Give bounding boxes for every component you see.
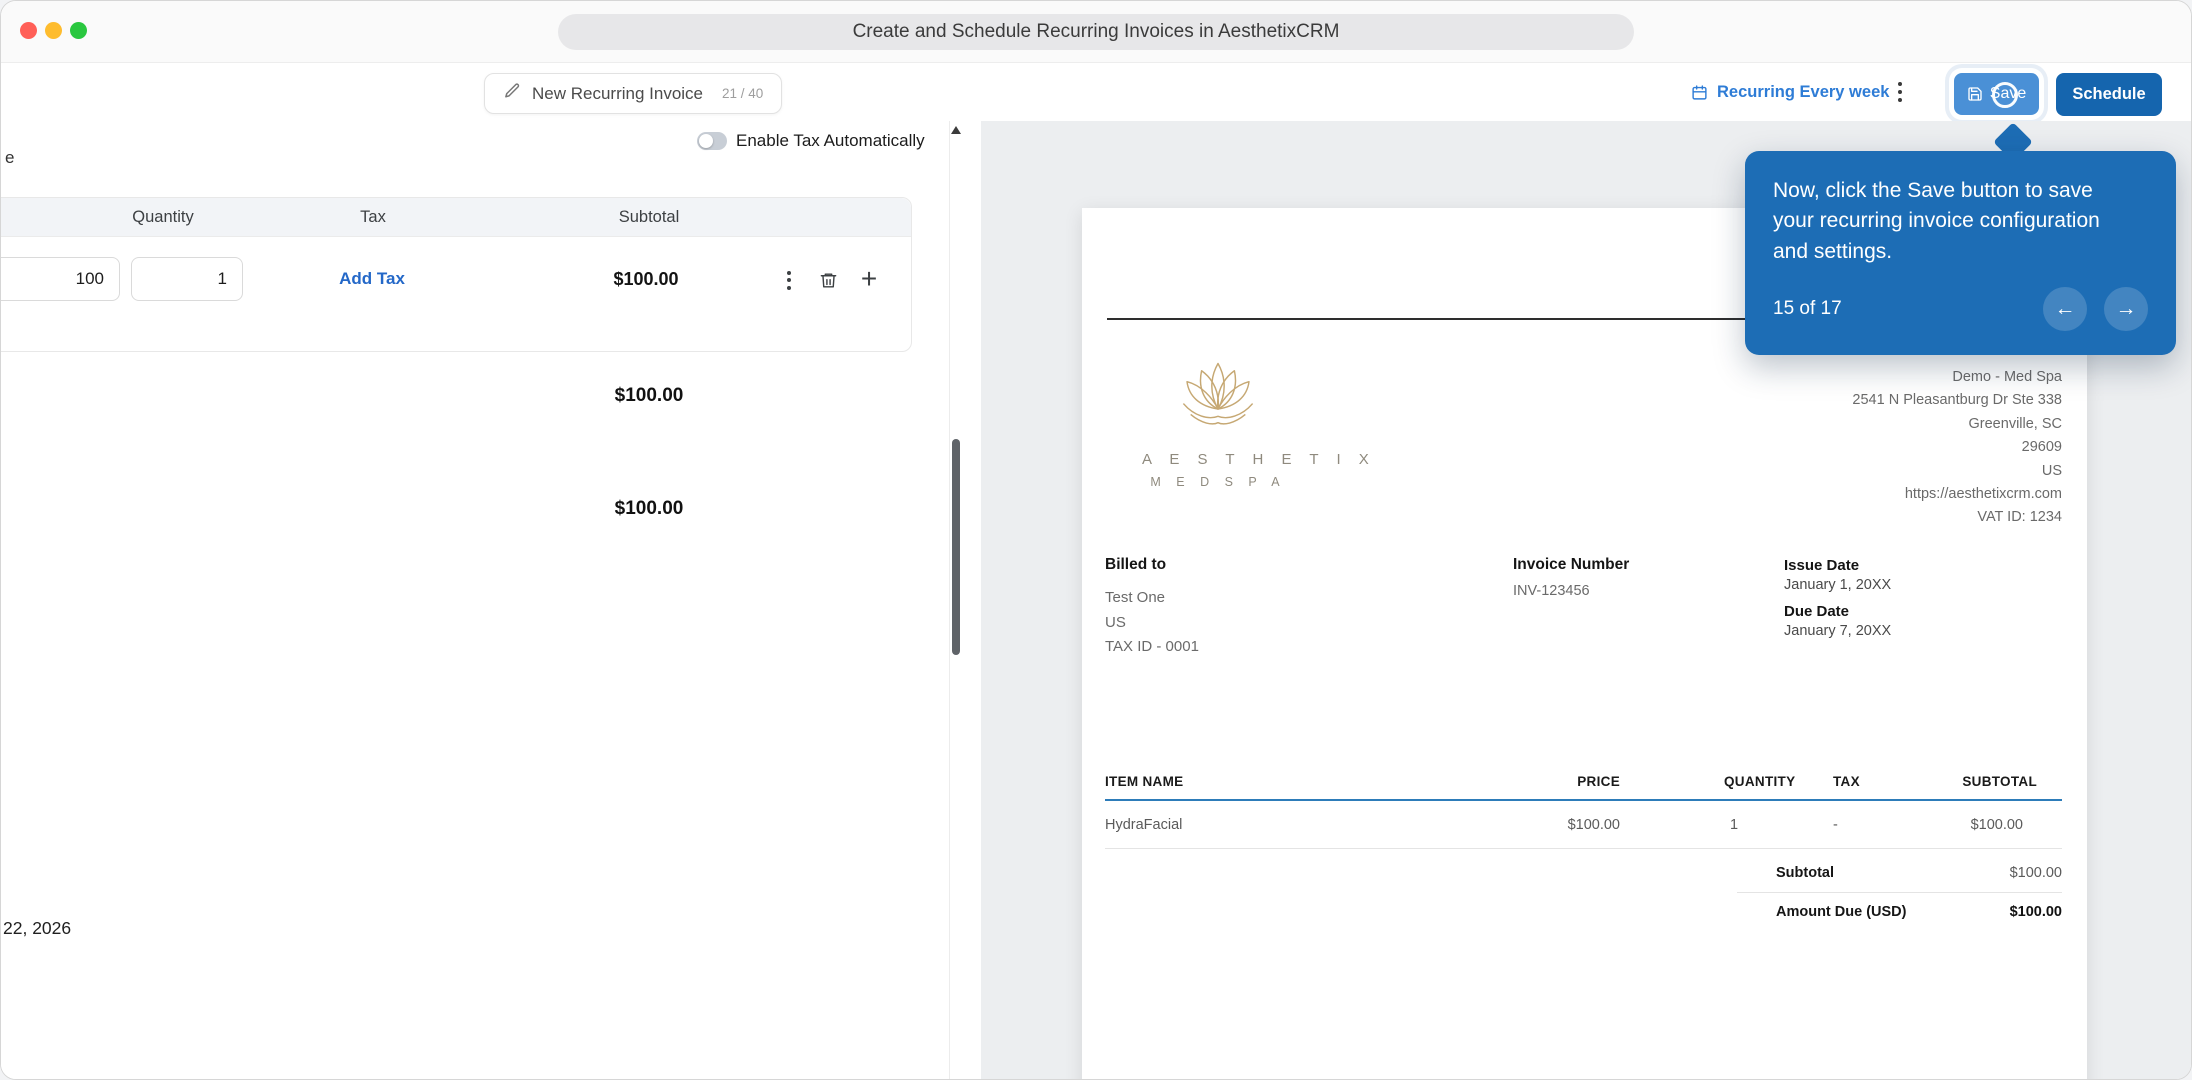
zoom-window-button[interactable] [70,22,87,39]
invoice-number-value: INV-123456 [1513,583,1590,599]
billed-to-block: Billed to Test One US TAX ID - 0001 [1105,556,1199,660]
tooltip-step-counter: 15 of 17 [1773,298,1842,320]
invoice-name-field[interactable]: New Recurring Invoice 21 / 40 [484,73,783,114]
app-header: New Recurring Invoice 21 / 40 Recurring … [1,63,2191,121]
trash-icon [819,271,838,290]
schedule-button[interactable]: Schedule [2056,73,2162,116]
invoice-dates-block: Issue Date January 1, 20XX Due Date Janu… [1784,557,1891,639]
scrollbar-thumb[interactable] [952,439,960,655]
billed-to-name: Test One [1105,589,1166,606]
editor-subtotal-value: $100.00 [614,385,684,406]
billed-to-country: US [1105,613,1126,631]
pencil-icon [503,82,521,105]
td-price: $100.00 [1567,817,1620,833]
minimize-window-button[interactable] [45,22,62,39]
th-quantity: QUANTITY [1724,774,1796,789]
editor-total-value: $100.00 [614,498,684,519]
line-items-header: Quantity Tax Subtotal [1,198,911,237]
amount-due-value: $100.00 [2009,904,2062,920]
calendar-icon [1691,84,1708,101]
column-header-quantity: Quantity [132,208,194,226]
save-button-label: Save [1989,85,2027,102]
close-window-button[interactable] [20,22,37,39]
vertical-scrollbar[interactable] [949,121,962,1079]
arrow-left-icon: ← [2054,297,2076,321]
logo-wordmark-line2: M E D S P A [1150,475,1286,489]
logo-wordmark-line1: A E S T H E T I X [1142,451,1376,468]
invoice-number-block: Invoice Number INV-123456 [1513,556,1629,599]
screenshot-stage: Create and Schedule Recurring Invoices i… [0,0,2192,1080]
th-price: PRICE [1577,774,1620,789]
invoice-name-label: New Recurring Invoice [532,83,704,103]
company-country: US [2041,462,2062,479]
toggle-knob [699,134,713,148]
recurring-frequency-label: Recurring Every week [1717,82,1890,101]
company-name: Demo - Med Spa [1952,369,2062,385]
issue-date-label: Issue Date [1784,557,1860,574]
clipped-date-text: 22, 2026 [3,918,72,938]
billed-to-taxid: TAX ID - 0001 [1105,638,1199,656]
th-subtotal: SUBTOTAL [1962,774,2037,789]
name-char-counter: 21 / 40 [722,86,764,101]
schedule-button-label: Schedule [2072,85,2146,103]
td-subtotal: $100.00 [1970,817,2023,833]
th-item-name: ITEM NAME [1105,774,1184,789]
td-item-name: HydraFacial [1105,817,1183,833]
invoice-amount-due-row: Amount Due (USD) $100.00 [1105,904,2062,926]
delete-line-item-button[interactable] [814,266,842,294]
clipped-left-text: e [5,148,15,167]
company-city: Greenville, SC [1968,415,2062,432]
save-button[interactable]: Save [1954,73,2039,115]
add-tax-link[interactable]: Add Tax [311,257,433,301]
company-logo: A E S T H E T I X M E D S P A [1142,358,1376,489]
titlebar: Create and Schedule Recurring Invoices i… [1,1,2191,63]
issue-date-value: January 1, 20XX [1784,577,1892,593]
invoice-subtotal-value: $100.00 [2009,865,2062,881]
company-zip: 29609 [2021,439,2062,456]
app-window: Create and Schedule Recurring Invoices i… [0,0,2192,1080]
line-item-subtotal: $100.00 [613,269,679,289]
invoice-editor-pane: Enable Tax Automatically e Quantity Tax … [1,121,949,1079]
tooltip-prev-button[interactable]: ← [2043,287,2087,332]
column-header-tax: Tax [360,208,386,226]
more-options-button[interactable] [1885,71,1915,113]
tooltip-next-button[interactable]: → [2104,287,2148,332]
invoice-subtotal-row: Subtotal $100.00 [1105,865,2062,887]
td-tax: - [1833,817,1838,833]
due-date-value: January 7, 20XX [1784,623,1892,639]
add-line-item-button[interactable]: + [852,262,886,296]
due-date-label: Due Date [1784,603,1850,620]
line-item-menu-button[interactable] [775,266,803,294]
recurring-frequency-link[interactable]: Recurring Every week [1691,71,1889,113]
table-header-rule [1105,799,2062,801]
pane-gap [962,121,981,1079]
invoice-table-row: HydraFacial $100.00 1 - $100.00 [1105,817,2062,839]
quantity-input[interactable] [131,257,243,301]
td-quantity: 1 [1730,817,1739,833]
column-header-subtotal: Subtotal [618,208,680,226]
lotus-logo-icon [1172,362,1264,444]
company-website: https://aesthetixcrm.com [1904,486,2062,503]
enable-tax-label: Enable Tax Automatically [736,131,925,150]
price-input[interactable] [1,257,120,301]
company-street: 2541 N Pleasantburg Dr Ste 338 [1852,392,2062,409]
company-address-block: Demo - Med Spa 2541 N Pleasantburg Dr St… [1852,366,2062,530]
tooltip-message: Now, click the Save button to save your … [1773,179,2100,263]
tutorial-tooltip: Now, click the Save button to save your … [1745,151,2176,356]
window-title: Create and Schedule Recurring Invoices i… [558,14,1634,50]
scroll-up-arrow-icon[interactable] [951,126,961,134]
invoice-table-header: ITEM NAME PRICE QUANTITY TAX SUBTOTAL [1105,774,2062,796]
company-vat: VAT ID: 1234 [1977,509,2062,526]
invoice-subtotal-label: Subtotal [1776,865,1834,881]
enable-tax-toggle[interactable] [697,132,727,150]
save-icon [1967,86,1983,102]
amount-due-label: Amount Due (USD) [1776,904,1907,920]
invoice-number-label: Invoice Number [1513,556,1630,573]
arrow-right-icon: → [2115,297,2137,321]
table-row-rule [1105,848,2062,849]
billed-to-label: Billed to [1105,556,1167,573]
subtotal-rule [1737,892,2062,893]
th-tax: TAX [1833,774,1860,789]
